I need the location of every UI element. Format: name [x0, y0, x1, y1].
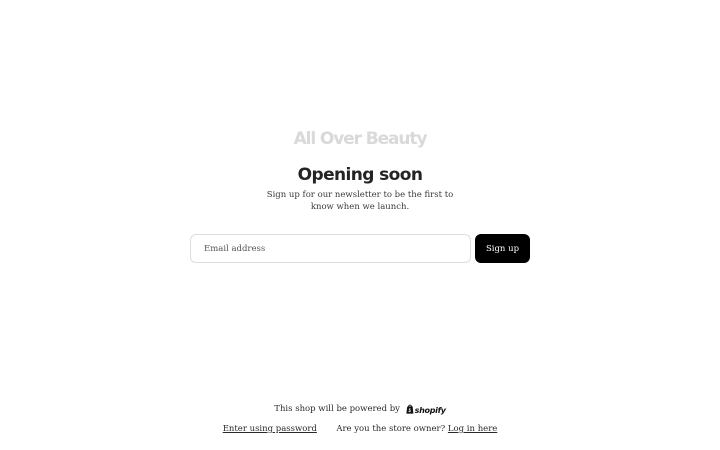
footer-links: Enter using password Are you the store o… [0, 423, 720, 435]
powered-by-text: This shop will be powered by [274, 404, 400, 414]
sign-up-button[interactable]: Sign up [475, 234, 530, 263]
store-name: All Over Beauty [293, 129, 428, 149]
shopify-logo[interactable]: shopify [406, 404, 446, 417]
login-link[interactable]: Log in here [448, 424, 497, 434]
enter-password-link[interactable]: Enter using password [223, 424, 317, 434]
owner-question: Are you the store owner? [336, 424, 446, 434]
shopify-bag-icon [406, 404, 414, 414]
page-title: Opening soon [297, 165, 423, 185]
newsletter-description: Sign up for our newsletter to be the fir… [266, 190, 454, 212]
newsletter-form: Sign up [190, 234, 530, 263]
powered-by: This shop will be powered by shopify [0, 403, 720, 417]
shopify-wordmark: shopify [414, 406, 446, 415]
email-input[interactable] [190, 234, 471, 263]
